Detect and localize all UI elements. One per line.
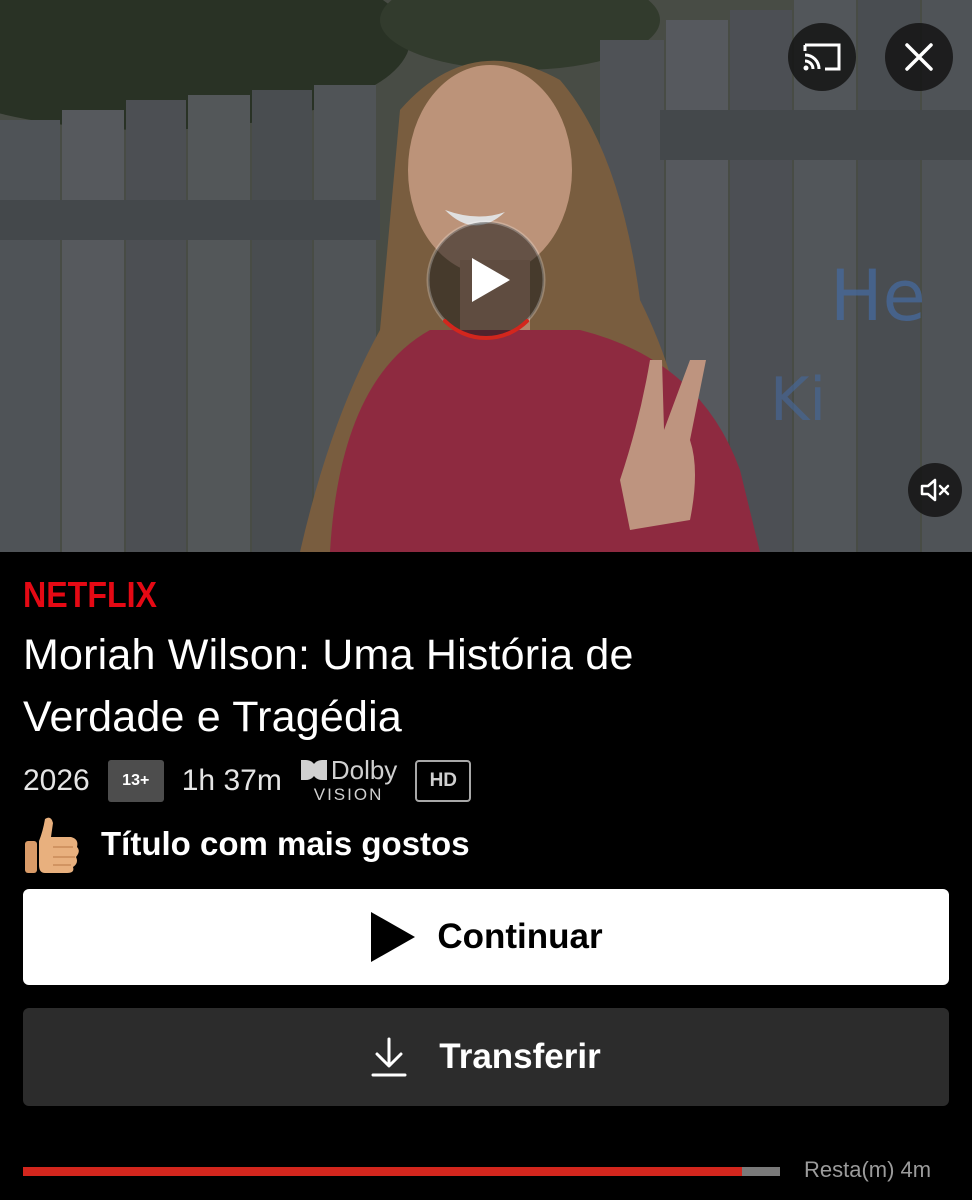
watch-progress-fill — [23, 1167, 743, 1176]
preview-play-button[interactable] — [424, 218, 548, 342]
svg-text:NETFLIX: NETFLIX — [23, 574, 157, 615]
download-icon — [371, 1037, 407, 1077]
cast-button[interactable] — [788, 23, 856, 91]
netflix-logo: NETFLIX — [23, 574, 157, 615]
play-icon — [371, 912, 416, 962]
video-preview[interactable]: He Ki — [0, 0, 972, 552]
title-line-2: Verdade e Tragédia — [23, 693, 402, 741]
close-button[interactable] — [885, 23, 953, 91]
cast-icon — [803, 43, 841, 71]
title: Moriah Wilson: Uma História de Verdade e… — [23, 624, 923, 748]
top-rated-label: Título com mais gostos — [101, 825, 470, 862]
remaining-time: Resta(m) 4m — [804, 1157, 932, 1182]
continue-button[interactable]: Continuar — [23, 889, 949, 985]
dolby-label: Dolby — [330, 755, 398, 785]
release-year: 2026 — [23, 764, 90, 797]
metadata-row: 2026 13+ 1h 37m Dolby VISION HD — [23, 755, 472, 807]
dolby-icon — [300, 760, 327, 780]
hd-badge: HD — [415, 760, 472, 802]
download-button[interactable]: Transferir — [23, 1008, 949, 1106]
dolby-vision-badge: Dolby VISION — [300, 757, 397, 805]
age-rating-badge: 13+ — [107, 760, 164, 802]
thumbs-up-icon — [25, 817, 79, 873]
duration: 1h 37m — [181, 764, 282, 797]
download-label: Transferir — [439, 1037, 601, 1076]
mute-icon — [920, 478, 950, 502]
vision-label: VISION — [313, 785, 384, 804]
continue-label: Continuar — [437, 917, 603, 956]
watch-progress-bar — [23, 1167, 780, 1176]
title-line-1: Moriah Wilson: Uma História de — [23, 631, 634, 679]
close-icon — [905, 43, 933, 71]
mute-button[interactable] — [908, 463, 962, 517]
top-rated-row: Título com mais gostos — [23, 813, 470, 875]
